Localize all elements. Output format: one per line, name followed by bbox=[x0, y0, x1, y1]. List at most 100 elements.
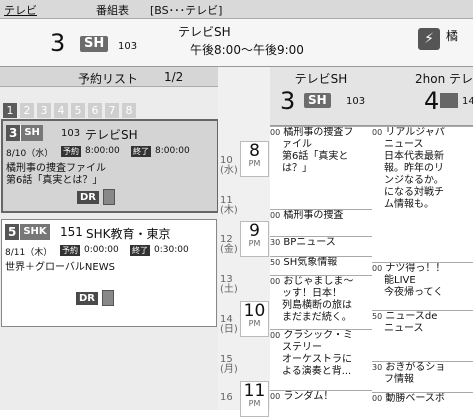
tab-6[interactable]: 6 bbox=[88, 103, 102, 118]
program-cell[interactable]: 00 リアルジャパ ニュース 日本代表最新 報。昨年のリ ンジなるか。 になる対… bbox=[372, 126, 473, 262]
program-cell[interactable]: 00 動勝ベースボ bbox=[372, 392, 473, 411]
program-text: BPニュース bbox=[283, 237, 336, 248]
end-badge: 終了 bbox=[130, 245, 150, 256]
reservation-item[interactable]: 5 SHK 151 SHK教育・東京 8/11（木） 予約 0:00:00 終了… bbox=[1, 219, 217, 327]
hour-marker: 8 PM bbox=[240, 141, 269, 177]
program-text: フ情報 bbox=[384, 374, 414, 385]
timeline-column: 10 (水) 11 (木) 12 (金) 13 (土) 14 (日) 15 (月… bbox=[218, 67, 271, 417]
program-cell[interactable]: 00 橘刑事の捜査 bbox=[270, 209, 373, 236]
program-minute: 50 bbox=[270, 258, 281, 267]
program-text: 列島横断の旅は bbox=[282, 300, 352, 311]
tab-4[interactable]: 4 bbox=[54, 103, 68, 118]
now-time-range: 午後8:00〜午後9:00 bbox=[190, 43, 304, 57]
station-name: SHK教育・東京 bbox=[86, 227, 171, 241]
program-text: リアルジャパ bbox=[385, 127, 445, 138]
program-cell[interactable]: 50 ニュースde ニュース bbox=[372, 310, 473, 361]
program-text: オーケストラに bbox=[282, 354, 352, 365]
episode-title: 第6話「真実とは？」 bbox=[6, 175, 103, 186]
channel-column-header[interactable]: テレビSH 3 SH 103 bbox=[270, 67, 373, 126]
program-minute: 00 bbox=[372, 128, 383, 137]
program-text: SH気象情報 bbox=[283, 257, 338, 268]
program-text: おじゃましま〜 bbox=[283, 276, 354, 287]
hour-number: 9 bbox=[249, 221, 260, 241]
program-minute: 00 bbox=[270, 128, 281, 137]
guide-label: 番組表 bbox=[96, 4, 129, 17]
date-label[interactable]: 14 (日) bbox=[220, 315, 238, 335]
tv-icon[interactable]: テレビ bbox=[4, 2, 37, 18]
channel-name: テレビSH bbox=[294, 72, 348, 86]
program-cell[interactable]: 30 おきがるショ フ情報 bbox=[372, 361, 473, 392]
program-text: になる対戦チ bbox=[384, 187, 444, 198]
tab-7[interactable]: 7 bbox=[105, 103, 119, 118]
channel-logo: SH bbox=[304, 93, 331, 108]
end-time: 8:00:00 bbox=[155, 146, 190, 156]
program-text: 能LIVE bbox=[384, 275, 416, 286]
channel-sub: 103 bbox=[346, 96, 366, 107]
now-station: テレビSH bbox=[178, 25, 231, 39]
program-text: 橘刑事の捜査フ bbox=[283, 127, 354, 138]
now-channel-logo: SH bbox=[80, 36, 109, 52]
tab-8[interactable]: 8 bbox=[122, 103, 136, 118]
program-thumbnail-icon: ⚡ bbox=[418, 28, 440, 50]
reservation-date: 8/11（木） bbox=[5, 248, 53, 258]
tab-3[interactable]: 3 bbox=[37, 103, 51, 118]
date-label[interactable]: 10 (水) bbox=[220, 156, 238, 176]
program-text: ッす！日本！ bbox=[282, 288, 342, 299]
channel-name: 2hon テレ bbox=[414, 72, 473, 86]
program-text: ニュースde bbox=[385, 311, 438, 322]
program-minute: 50 bbox=[372, 312, 383, 321]
hour-pm: PM bbox=[248, 319, 261, 328]
program-title: 世界＋グローバルNEWS bbox=[5, 262, 115, 273]
date-label[interactable]: 13 (土) bbox=[220, 275, 238, 295]
now-playing-header: 3 SH 103 テレビSH 午後8:00〜午後9:00 ⚡ 橘 bbox=[0, 19, 473, 67]
program-text: 第6話「真実と bbox=[282, 151, 349, 162]
tab-2[interactable]: 2 bbox=[20, 103, 34, 118]
channel-logo: SHK bbox=[19, 224, 50, 240]
channel-sub: 103 bbox=[61, 128, 81, 139]
end-badge: 終了 bbox=[131, 146, 151, 157]
reservation-panel: 予約リスト 1/2 1 2 3 4 5 6 7 8 3 SH 103 テレビSH… bbox=[0, 67, 219, 410]
program-text: おきがるショ bbox=[385, 362, 446, 373]
hour-number: 11 bbox=[243, 381, 266, 401]
tab-5[interactable]: 5 bbox=[71, 103, 85, 118]
program-text: まだまだ続く。 bbox=[282, 312, 352, 323]
program-text: ステリー bbox=[282, 342, 322, 353]
end-time: 0:30:00 bbox=[154, 245, 189, 255]
tab-1[interactable]: 1 bbox=[3, 103, 17, 118]
program-text: よる演奏と背... bbox=[282, 366, 352, 377]
hour-marker: 9 PM bbox=[240, 221, 269, 257]
program-cell[interactable]: 00 クラシック・ミ ステリー オーケストラに よる演奏と背... bbox=[270, 329, 373, 390]
program-text: ランダム！ bbox=[283, 391, 334, 402]
program-minute: 00 bbox=[270, 331, 281, 340]
record-icon bbox=[103, 189, 115, 205]
reservation-item[interactable]: 3 SH 103 テレビSH 8/10（水） 予約 8:00:00 終了 8:0… bbox=[1, 119, 219, 213]
program-text: ァイル bbox=[282, 139, 312, 150]
program-text: ナツ得っ！！ bbox=[385, 263, 446, 274]
dr-badge: DR bbox=[76, 292, 99, 305]
program-cell[interactable]: 50 SH気象情報 bbox=[270, 256, 373, 275]
program-minute: 30 bbox=[270, 238, 281, 247]
program-cell[interactable]: 00 橘刑事の捜査フ ァイル 第6話「真実と は？」 bbox=[270, 126, 373, 209]
channel-badge: 5 SHK bbox=[5, 224, 50, 240]
channel-logo-icon bbox=[440, 93, 458, 108]
date-label[interactable]: 12 (金) bbox=[220, 235, 238, 255]
date-label[interactable]: 15 (月) bbox=[220, 355, 238, 375]
reservation-page: 1/2 bbox=[164, 70, 184, 84]
program-cell[interactable]: 00 ナツ得っ！！ 能LIVE 今夜帰ってく bbox=[372, 262, 473, 310]
hour-number: 10 bbox=[243, 301, 266, 321]
date-label[interactable]: 11 (木) bbox=[220, 196, 238, 216]
reservation-header: 予約リスト 1/2 bbox=[0, 67, 218, 87]
hour-pm: PM bbox=[248, 159, 261, 168]
program-minute: 00 bbox=[270, 277, 281, 286]
program-cell[interactable]: 30 BPニュース bbox=[270, 236, 373, 256]
program-cell[interactable]: 00 おじゃましま〜 ッす！日本！ 列島横断の旅は まだまだ続く。 bbox=[270, 275, 373, 329]
channel-logo: SH bbox=[20, 125, 43, 141]
start-badge: 予約 bbox=[61, 146, 81, 157]
channel-sub: 14 bbox=[462, 96, 473, 107]
program-text: ニュース bbox=[384, 139, 424, 150]
channel-column-header[interactable]: 2hon テレ 4 14 bbox=[372, 67, 473, 126]
program-text: 報。昨年のリ bbox=[384, 163, 444, 174]
program-cell[interactable]: 00 ランダム！ bbox=[270, 390, 373, 411]
program-minute: 00 bbox=[372, 394, 383, 403]
date-label[interactable]: 16 bbox=[220, 393, 233, 403]
